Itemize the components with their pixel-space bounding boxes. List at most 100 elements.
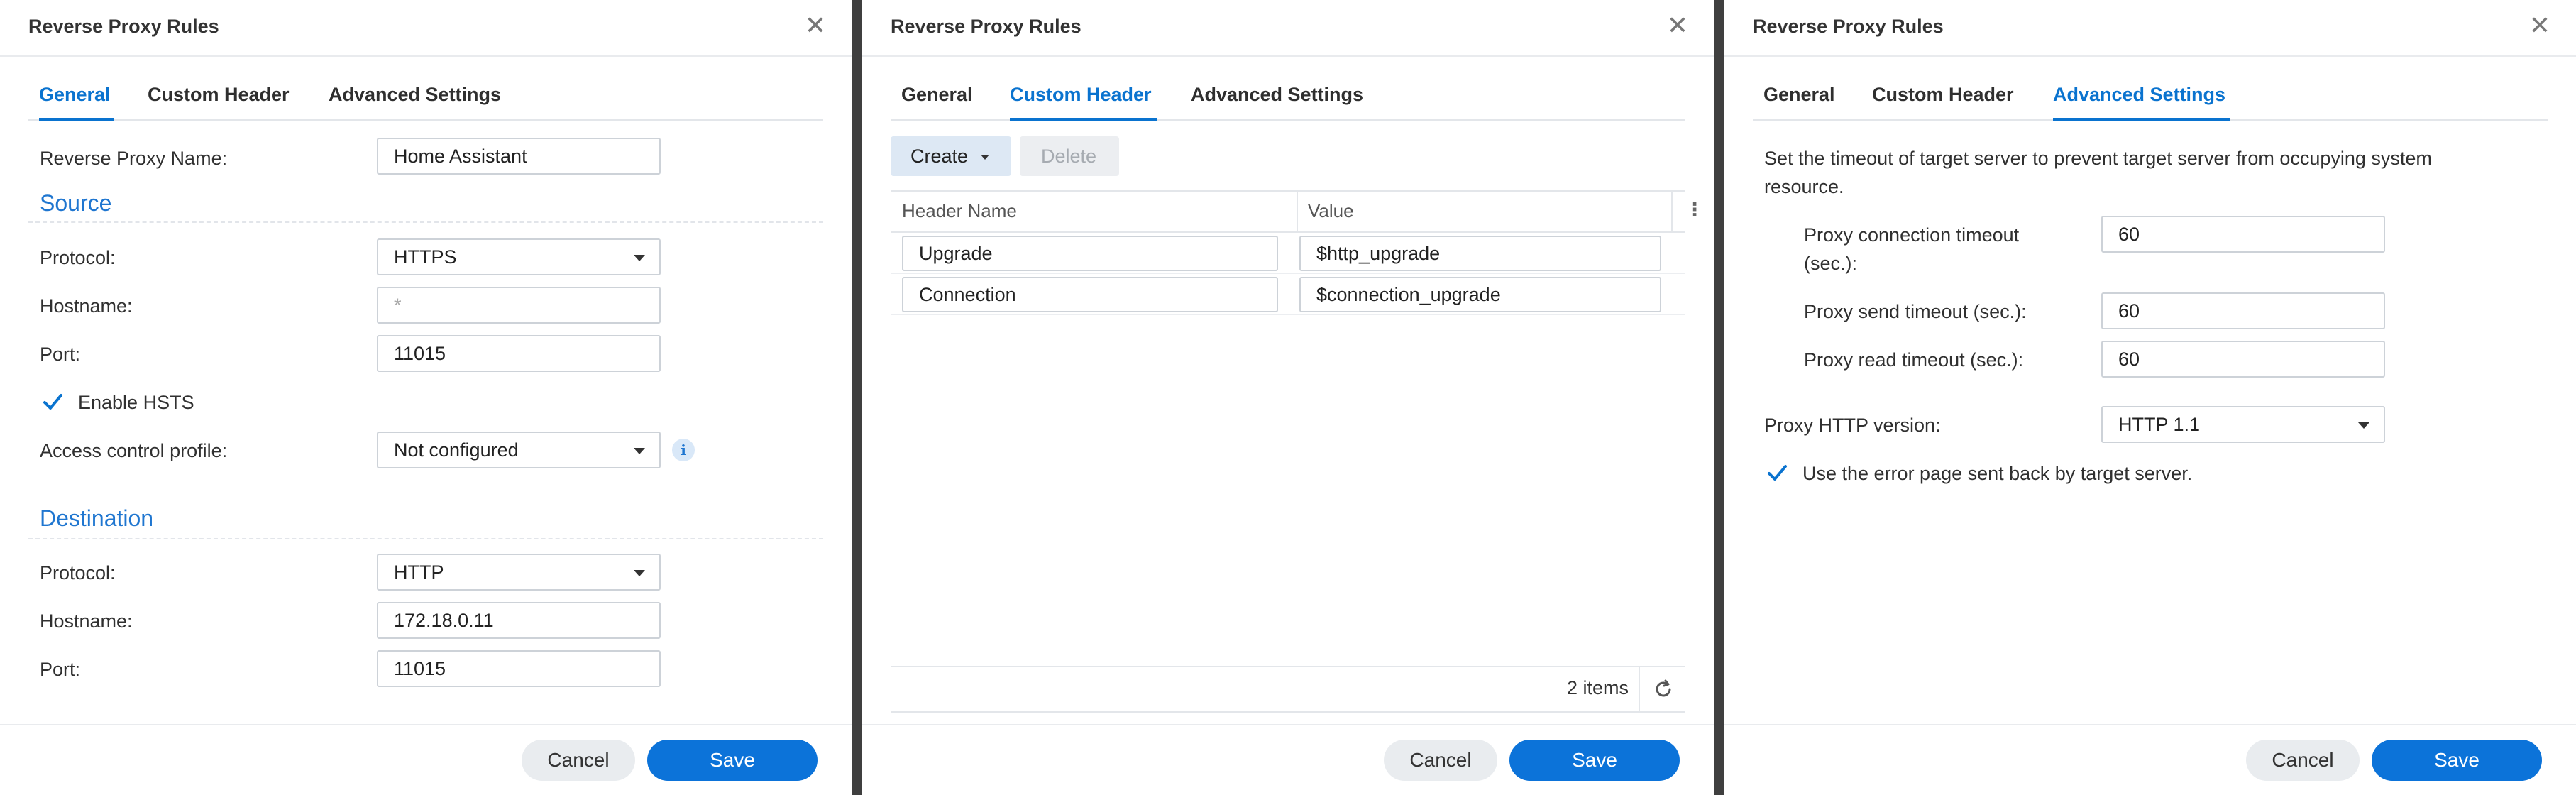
tab-bar: General Custom Header Advanced Settings bbox=[28, 77, 823, 121]
tab-advanced-settings[interactable]: Advanced Settings bbox=[1191, 84, 1363, 106]
access-control-value: Not configured bbox=[394, 439, 519, 461]
tab-custom-header[interactable]: Custom Header bbox=[148, 84, 290, 106]
save-button[interactable]: Save bbox=[2372, 740, 2542, 781]
info-icon[interactable]: i bbox=[672, 439, 695, 461]
read-timeout-input[interactable]: 60 bbox=[2101, 341, 2385, 378]
dest-port-label: Port: bbox=[40, 659, 81, 680]
dialog-title: Reverse Proxy Rules bbox=[1753, 16, 1944, 37]
column-menu-icon[interactable]: ⋮ bbox=[1685, 199, 1704, 221]
reverse-proxy-dialog-custom-header: Reverse Proxy Rules ✕ General Custom Hea… bbox=[862, 0, 1714, 795]
tab-general[interactable]: General bbox=[1763, 84, 1835, 106]
tab-custom-header[interactable]: Custom Header bbox=[1010, 84, 1152, 106]
tab-advanced-settings[interactable]: Advanced Settings bbox=[2053, 84, 2225, 106]
footer-divider bbox=[1724, 724, 2576, 725]
table-row[interactable]: Connection $connection_upgrade bbox=[891, 273, 1685, 315]
access-control-label: Access control profile: bbox=[40, 440, 228, 461]
column-header-value[interactable]: Value bbox=[1308, 200, 1354, 222]
refresh-icon[interactable] bbox=[1653, 679, 1674, 700]
column-divider bbox=[1297, 192, 1298, 231]
send-timeout-input[interactable]: 60 bbox=[2101, 292, 2385, 329]
source-port-input[interactable]: 11015 bbox=[377, 335, 661, 372]
header-divider bbox=[1724, 55, 2576, 57]
timeout-description-line2: resource. bbox=[1764, 176, 1844, 197]
item-count: 2 items bbox=[1566, 677, 1629, 698]
save-button[interactable]: Save bbox=[647, 740, 818, 781]
dest-protocol-select[interactable]: HTTP bbox=[377, 554, 661, 591]
http-version-label: Proxy HTTP version: bbox=[1764, 415, 1941, 436]
tab-custom-header[interactable]: Custom Header bbox=[1872, 84, 2014, 106]
enable-hsts-checkbox[interactable] bbox=[41, 390, 64, 413]
error-page-label: Use the error page sent back by target s… bbox=[1802, 463, 2193, 484]
section-divider bbox=[28, 538, 823, 539]
proxy-name-label: Reverse Proxy Name: bbox=[40, 148, 228, 169]
close-icon[interactable]: ✕ bbox=[2529, 13, 2550, 38]
tab-bar: General Custom Header Advanced Settings bbox=[1753, 77, 2548, 121]
caret-down-icon bbox=[980, 155, 989, 160]
save-button[interactable]: Save bbox=[1509, 740, 1680, 781]
create-button-label: Create bbox=[910, 146, 969, 167]
timeout-description-line1: Set the timeout of target server to prev… bbox=[1764, 148, 2432, 169]
dest-hostname-input[interactable]: 172.18.0.11 bbox=[377, 602, 661, 639]
connection-timeout-label: Proxy connection timeout bbox=[1804, 224, 2020, 246]
source-protocol-value: HTTPS bbox=[394, 246, 457, 268]
active-tab-indicator bbox=[2053, 118, 2230, 121]
chevron-down-icon bbox=[2358, 422, 2369, 429]
header-value-input[interactable]: $http_upgrade bbox=[1299, 236, 1661, 271]
cancel-button[interactable]: Cancel bbox=[1384, 740, 1497, 781]
column-header-name[interactable]: Header Name bbox=[902, 200, 1017, 222]
connection-timeout-label-unit: (sec.): bbox=[1804, 253, 1858, 274]
tab-general[interactable]: General bbox=[39, 84, 111, 106]
source-hostname-input[interactable]: * bbox=[377, 287, 661, 324]
source-protocol-label: Protocol: bbox=[40, 247, 116, 268]
destination-section-title: Destination bbox=[40, 505, 154, 531]
proxy-name-input[interactable]: Home Assistant bbox=[377, 138, 661, 175]
reverse-proxy-dialog-advanced: Reverse Proxy Rules ✕ General Custom Hea… bbox=[1724, 0, 2576, 795]
source-hostname-label: Hostname: bbox=[40, 295, 133, 317]
create-button[interactable]: Create bbox=[891, 136, 1011, 176]
access-control-select[interactable]: Not configured bbox=[377, 432, 661, 468]
active-tab-indicator bbox=[39, 118, 114, 121]
send-timeout-label: Proxy send timeout (sec.): bbox=[1804, 301, 2027, 322]
http-version-value: HTTP 1.1 bbox=[2118, 414, 2201, 435]
connection-timeout-input[interactable]: 60 bbox=[2101, 216, 2385, 253]
chevron-down-icon bbox=[634, 570, 645, 576]
footer-divider bbox=[862, 724, 1714, 725]
tab-general[interactable]: General bbox=[901, 84, 973, 106]
reverse-proxy-dialog-general: Reverse Proxy Rules ✕ General Custom Hea… bbox=[0, 0, 852, 795]
source-section-title: Source bbox=[40, 190, 112, 216]
header-divider bbox=[0, 55, 852, 57]
dest-port-input[interactable]: 11015 bbox=[377, 650, 661, 687]
cancel-button[interactable]: Cancel bbox=[2246, 740, 2360, 781]
close-icon[interactable]: ✕ bbox=[805, 13, 826, 38]
dest-protocol-label: Protocol: bbox=[40, 562, 116, 583]
tab-advanced-settings[interactable]: Advanced Settings bbox=[329, 84, 501, 106]
section-divider bbox=[28, 221, 823, 223]
header-name-input[interactable]: Upgrade bbox=[902, 236, 1278, 271]
grid-footer: 2 items bbox=[891, 666, 1685, 713]
error-page-checkbox[interactable] bbox=[1766, 461, 1788, 484]
footer-divider bbox=[0, 724, 852, 725]
footer-divider bbox=[1639, 667, 1640, 711]
cancel-button[interactable]: Cancel bbox=[522, 740, 635, 781]
active-tab-indicator bbox=[1010, 118, 1157, 121]
dest-protocol-value: HTTP bbox=[394, 561, 444, 583]
header-divider bbox=[862, 55, 1714, 57]
dest-hostname-label: Hostname: bbox=[40, 610, 133, 632]
chevron-down-icon bbox=[634, 255, 645, 261]
close-icon[interactable]: ✕ bbox=[1667, 13, 1688, 38]
grid-header: Header Name Value ⋮ bbox=[891, 190, 1704, 233]
read-timeout-label: Proxy read timeout (sec.): bbox=[1804, 349, 2024, 371]
column-divider bbox=[1671, 192, 1673, 231]
source-protocol-select[interactable]: HTTPS bbox=[377, 238, 661, 275]
tab-bar: General Custom Header Advanced Settings bbox=[891, 77, 1685, 121]
enable-hsts-label: Enable HSTS bbox=[78, 392, 194, 413]
source-port-label: Port: bbox=[40, 344, 81, 365]
dialog-title: Reverse Proxy Rules bbox=[891, 16, 1081, 37]
header-value-input[interactable]: $connection_upgrade bbox=[1299, 277, 1661, 312]
http-version-select[interactable]: HTTP 1.1 bbox=[2101, 406, 2385, 443]
dialog-title: Reverse Proxy Rules bbox=[28, 16, 219, 37]
delete-button[interactable]: Delete bbox=[1020, 136, 1119, 176]
table-row[interactable]: Upgrade $http_upgrade bbox=[891, 231, 1685, 274]
chevron-down-icon bbox=[634, 448, 645, 454]
header-name-input[interactable]: Connection bbox=[902, 277, 1278, 312]
